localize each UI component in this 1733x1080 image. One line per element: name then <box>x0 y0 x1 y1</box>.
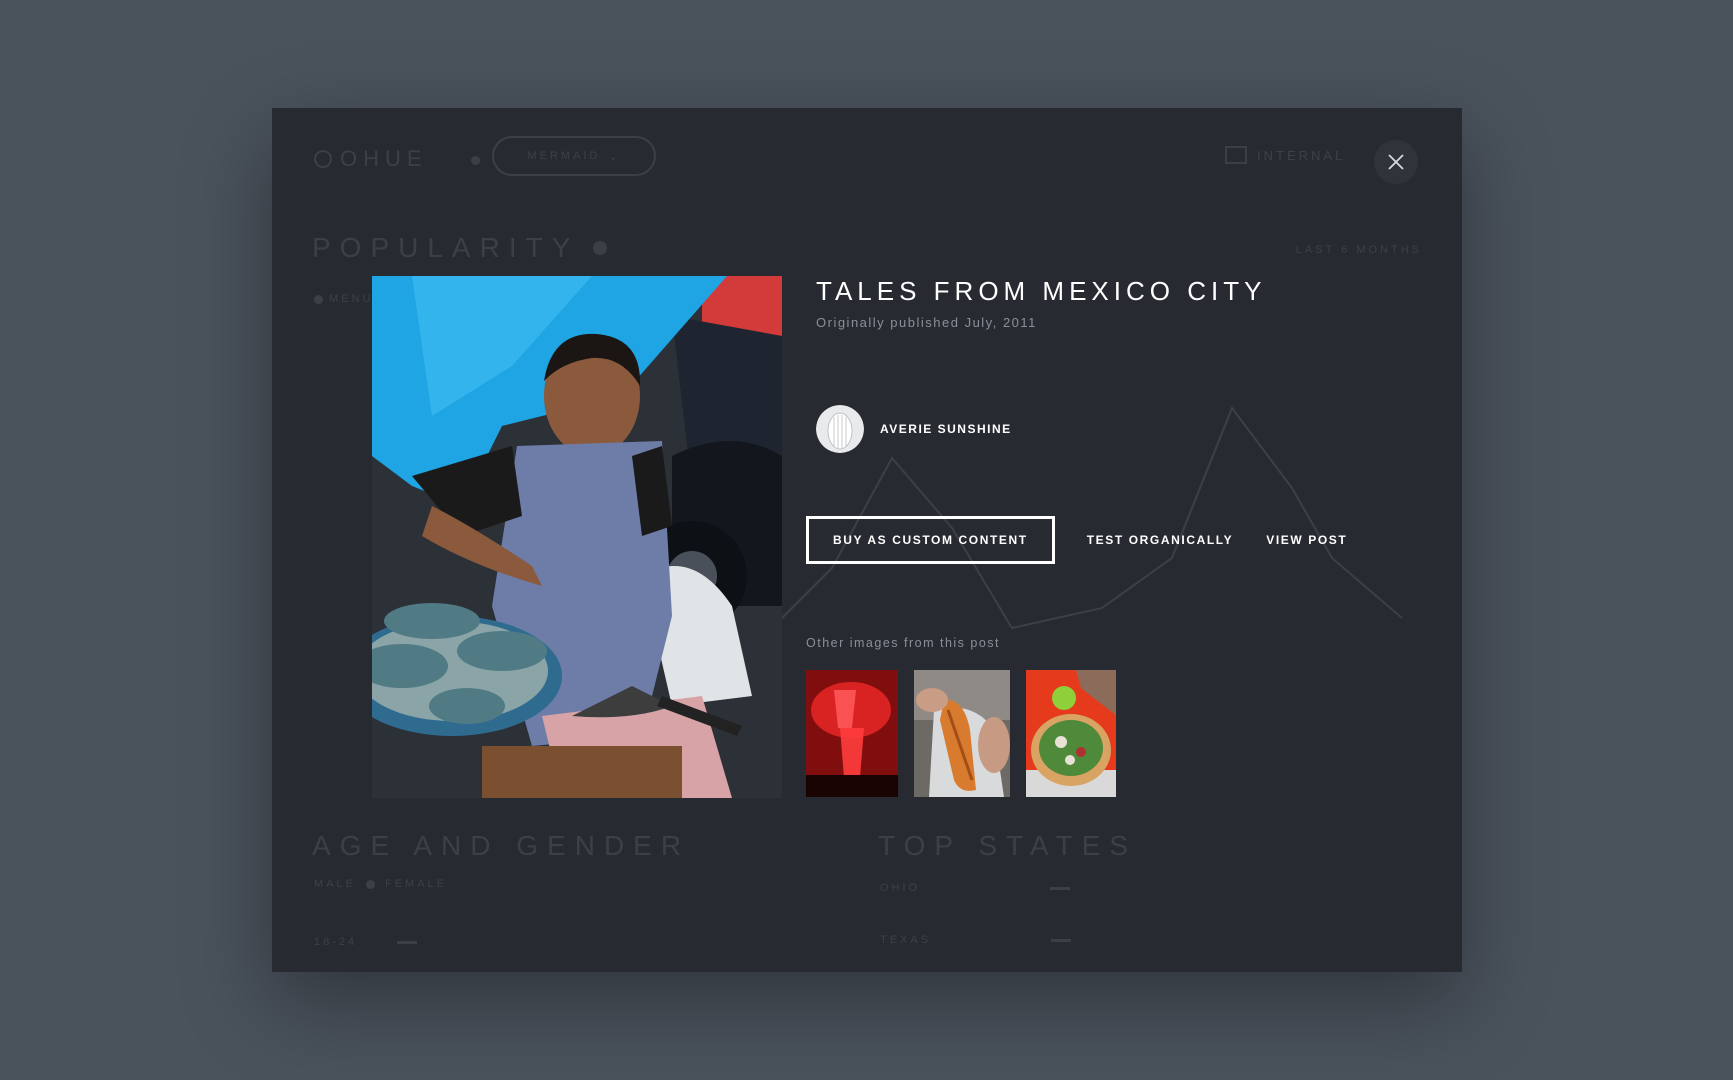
chart-legend: MENU <box>314 293 373 305</box>
internal-toggle: INTERNAL <box>1225 146 1345 164</box>
age-row-bar <box>397 940 418 944</box>
author-block[interactable]: AVERIE SUNSHINE <box>816 405 1012 453</box>
brand-logo: OHUE <box>314 146 428 172</box>
tostada-image <box>1026 670 1116 797</box>
thumbnail-red-glasses[interactable] <box>806 670 898 797</box>
state-row-1-bar <box>1050 886 1071 890</box>
status-dot <box>471 156 480 165</box>
hero-image <box>372 276 782 798</box>
account-dropdown: MERMAID ⌄ <box>492 136 656 176</box>
gender-legend: MALE FEMALE <box>314 878 447 890</box>
published-date: Originally published July, 2011 <box>816 315 1037 330</box>
age-row-label: 18-24 <box>314 936 358 948</box>
action-bar: BUY AS CUSTOM CONTENT TEST ORGANICALLY V… <box>806 516 1347 564</box>
female-label: FEMALE <box>384 878 447 890</box>
age-row: 18-24 <box>314 936 418 948</box>
thumbnail-grilled-corn[interactable] <box>914 670 1010 797</box>
avatar-image <box>816 405 864 453</box>
legend-label: MENU <box>329 293 374 305</box>
male-label: MALE <box>314 878 356 890</box>
buy-custom-content-button[interactable]: BUY AS CUSTOM CONTENT <box>806 516 1055 564</box>
thumbnail-tostada[interactable] <box>1026 670 1116 797</box>
legend-dot <box>314 294 323 304</box>
popularity-title: POPULARITY <box>312 232 580 263</box>
state-row-2-bar <box>1051 938 1072 942</box>
state-row-2: TEXAS <box>880 934 1072 946</box>
internal-label: INTERNAL <box>1257 147 1346 163</box>
brand-name: OHUE <box>340 146 428 171</box>
logo-icon <box>314 150 332 168</box>
close-icon <box>1388 154 1404 170</box>
other-images-label: Other images from this post <box>806 636 1001 650</box>
thumbnail-strip <box>806 670 1132 797</box>
state-row-2-label: TEXAS <box>880 934 932 946</box>
dropdown-label: MERMAID <box>527 150 601 162</box>
red-glasses-image <box>806 670 898 797</box>
top-states-heading: TOP STATES <box>878 830 1138 861</box>
avatar[interactable] <box>816 405 864 453</box>
popularity-heading: POPULARITY <box>312 232 608 264</box>
monitor-icon <box>1225 146 1247 164</box>
street-vendor-photo <box>372 276 782 798</box>
female-dot <box>365 879 375 889</box>
state-row-1-label: OHIO <box>880 882 921 894</box>
chevron-down-icon: ⌄ <box>608 150 621 163</box>
author-name[interactable]: AVERIE SUNSHINE <box>880 422 1012 436</box>
state-row-1: OHIO <box>880 882 1071 894</box>
test-organically-button[interactable]: TEST ORGANICALLY <box>1087 533 1234 547</box>
close-button[interactable] <box>1374 140 1418 184</box>
age-gender-heading: AGE AND GENDER <box>312 830 691 861</box>
range-label: LAST 6 MONTHS <box>1295 244 1422 256</box>
post-title: TALES FROM MEXICO CITY <box>816 276 1267 306</box>
modal-panel: OHUE MERMAID ⌄ INTERNAL POPULARITY MENU … <box>272 108 1462 972</box>
info-icon <box>593 241 608 255</box>
grilled-corn-image <box>914 670 1010 797</box>
view-post-button[interactable]: VIEW POST <box>1266 533 1347 547</box>
